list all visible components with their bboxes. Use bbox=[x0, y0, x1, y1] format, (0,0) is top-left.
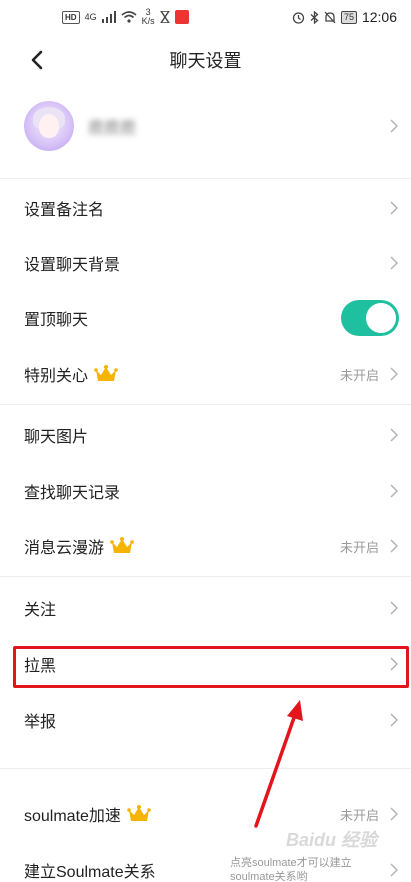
crown-icon bbox=[94, 365, 118, 381]
remark-label: 设置备注名 bbox=[24, 202, 105, 219]
chevron-right-icon bbox=[390, 256, 399, 270]
pin-chat-toggle[interactable] bbox=[341, 300, 399, 336]
chat-images-row[interactable]: 聊天图片 bbox=[0, 407, 411, 463]
wifi-icon bbox=[121, 11, 137, 23]
page-title: 聊天设置 bbox=[169, 51, 242, 71]
background-label: 设置聊天背景 bbox=[24, 257, 121, 274]
crown-icon bbox=[110, 537, 134, 553]
chevron-right-icon bbox=[390, 428, 399, 442]
section-divider bbox=[0, 178, 411, 179]
chevron-right-icon bbox=[390, 601, 399, 615]
mute-icon bbox=[324, 11, 336, 23]
special-care-status: 未开启 bbox=[339, 367, 379, 383]
chevron-right-icon bbox=[390, 539, 399, 553]
back-arrow-icon[interactable] bbox=[26, 48, 50, 72]
report-row[interactable]: 举报 bbox=[0, 692, 411, 748]
profile-row[interactable]: 鹿鹿鹿 bbox=[0, 96, 411, 156]
follow-row[interactable]: 关注 bbox=[0, 580, 411, 636]
cloud-roaming-status: 未开启 bbox=[339, 539, 379, 555]
hd-badge: HD bbox=[62, 10, 80, 24]
alarm-icon bbox=[292, 11, 305, 24]
app-notification-icon bbox=[174, 10, 189, 24]
chat-images-label: 聊天图片 bbox=[24, 429, 89, 446]
net-speed: 3 K/s bbox=[141, 7, 155, 26]
chevron-right-icon bbox=[390, 119, 399, 133]
battery-icon: 75 bbox=[340, 10, 357, 24]
chevron-right-icon bbox=[390, 807, 399, 821]
search-history-label: 查找聊天记录 bbox=[24, 485, 121, 502]
bluetooth-icon bbox=[310, 10, 319, 24]
soulmate-speed-status: 未开启 bbox=[339, 807, 379, 823]
pin-chat-label: 置顶聊天 bbox=[24, 312, 89, 329]
chevron-right-icon bbox=[390, 863, 399, 877]
toggle-knob bbox=[366, 303, 396, 333]
hourglass-icon bbox=[159, 11, 170, 23]
avatar[interactable] bbox=[24, 101, 74, 151]
chevron-right-icon bbox=[390, 713, 399, 727]
chevron-right-icon bbox=[390, 201, 399, 215]
soulmate-hint: 点亮soulmate才可以建立soulmate关系哟 bbox=[230, 857, 352, 882]
report-label: 举报 bbox=[24, 714, 57, 731]
chevron-right-icon bbox=[390, 484, 399, 498]
special-care-label: 特别关心 bbox=[24, 368, 89, 385]
remark-row[interactable]: 设置备注名 bbox=[0, 180, 411, 236]
section-divider bbox=[0, 404, 411, 405]
clock: 12:06 bbox=[361, 9, 397, 25]
crown-icon bbox=[127, 805, 151, 821]
follow-label: 关注 bbox=[24, 602, 57, 619]
signal-label: 4G bbox=[84, 11, 97, 22]
background-row[interactable]: 设置聊天背景 bbox=[0, 235, 411, 291]
special-care-row[interactable]: 特别关心 未开启 bbox=[0, 346, 411, 402]
pin-chat-row: 置顶聊天 bbox=[0, 290, 411, 346]
signal-icon bbox=[101, 11, 116, 23]
chevron-right-icon bbox=[390, 367, 399, 381]
soulmate-speed-label: soulmate加速 bbox=[24, 808, 121, 825]
search-history-row[interactable]: 查找聊天记录 bbox=[0, 463, 411, 519]
highlight-box bbox=[13, 646, 409, 688]
status-bar: HD 4G 3 K/s 75 12:06 bbox=[0, 0, 411, 34]
cloud-roaming-row[interactable]: 消息云漫游 未开启 bbox=[0, 518, 411, 574]
watermark: Baidu 经验 bbox=[286, 830, 378, 850]
nav-bar: 聊天设置 bbox=[0, 34, 411, 86]
section-divider bbox=[0, 768, 411, 769]
section-divider bbox=[0, 576, 411, 577]
profile-name: 鹿鹿鹿 bbox=[88, 120, 137, 137]
cloud-roaming-label: 消息云漫游 bbox=[24, 540, 105, 557]
